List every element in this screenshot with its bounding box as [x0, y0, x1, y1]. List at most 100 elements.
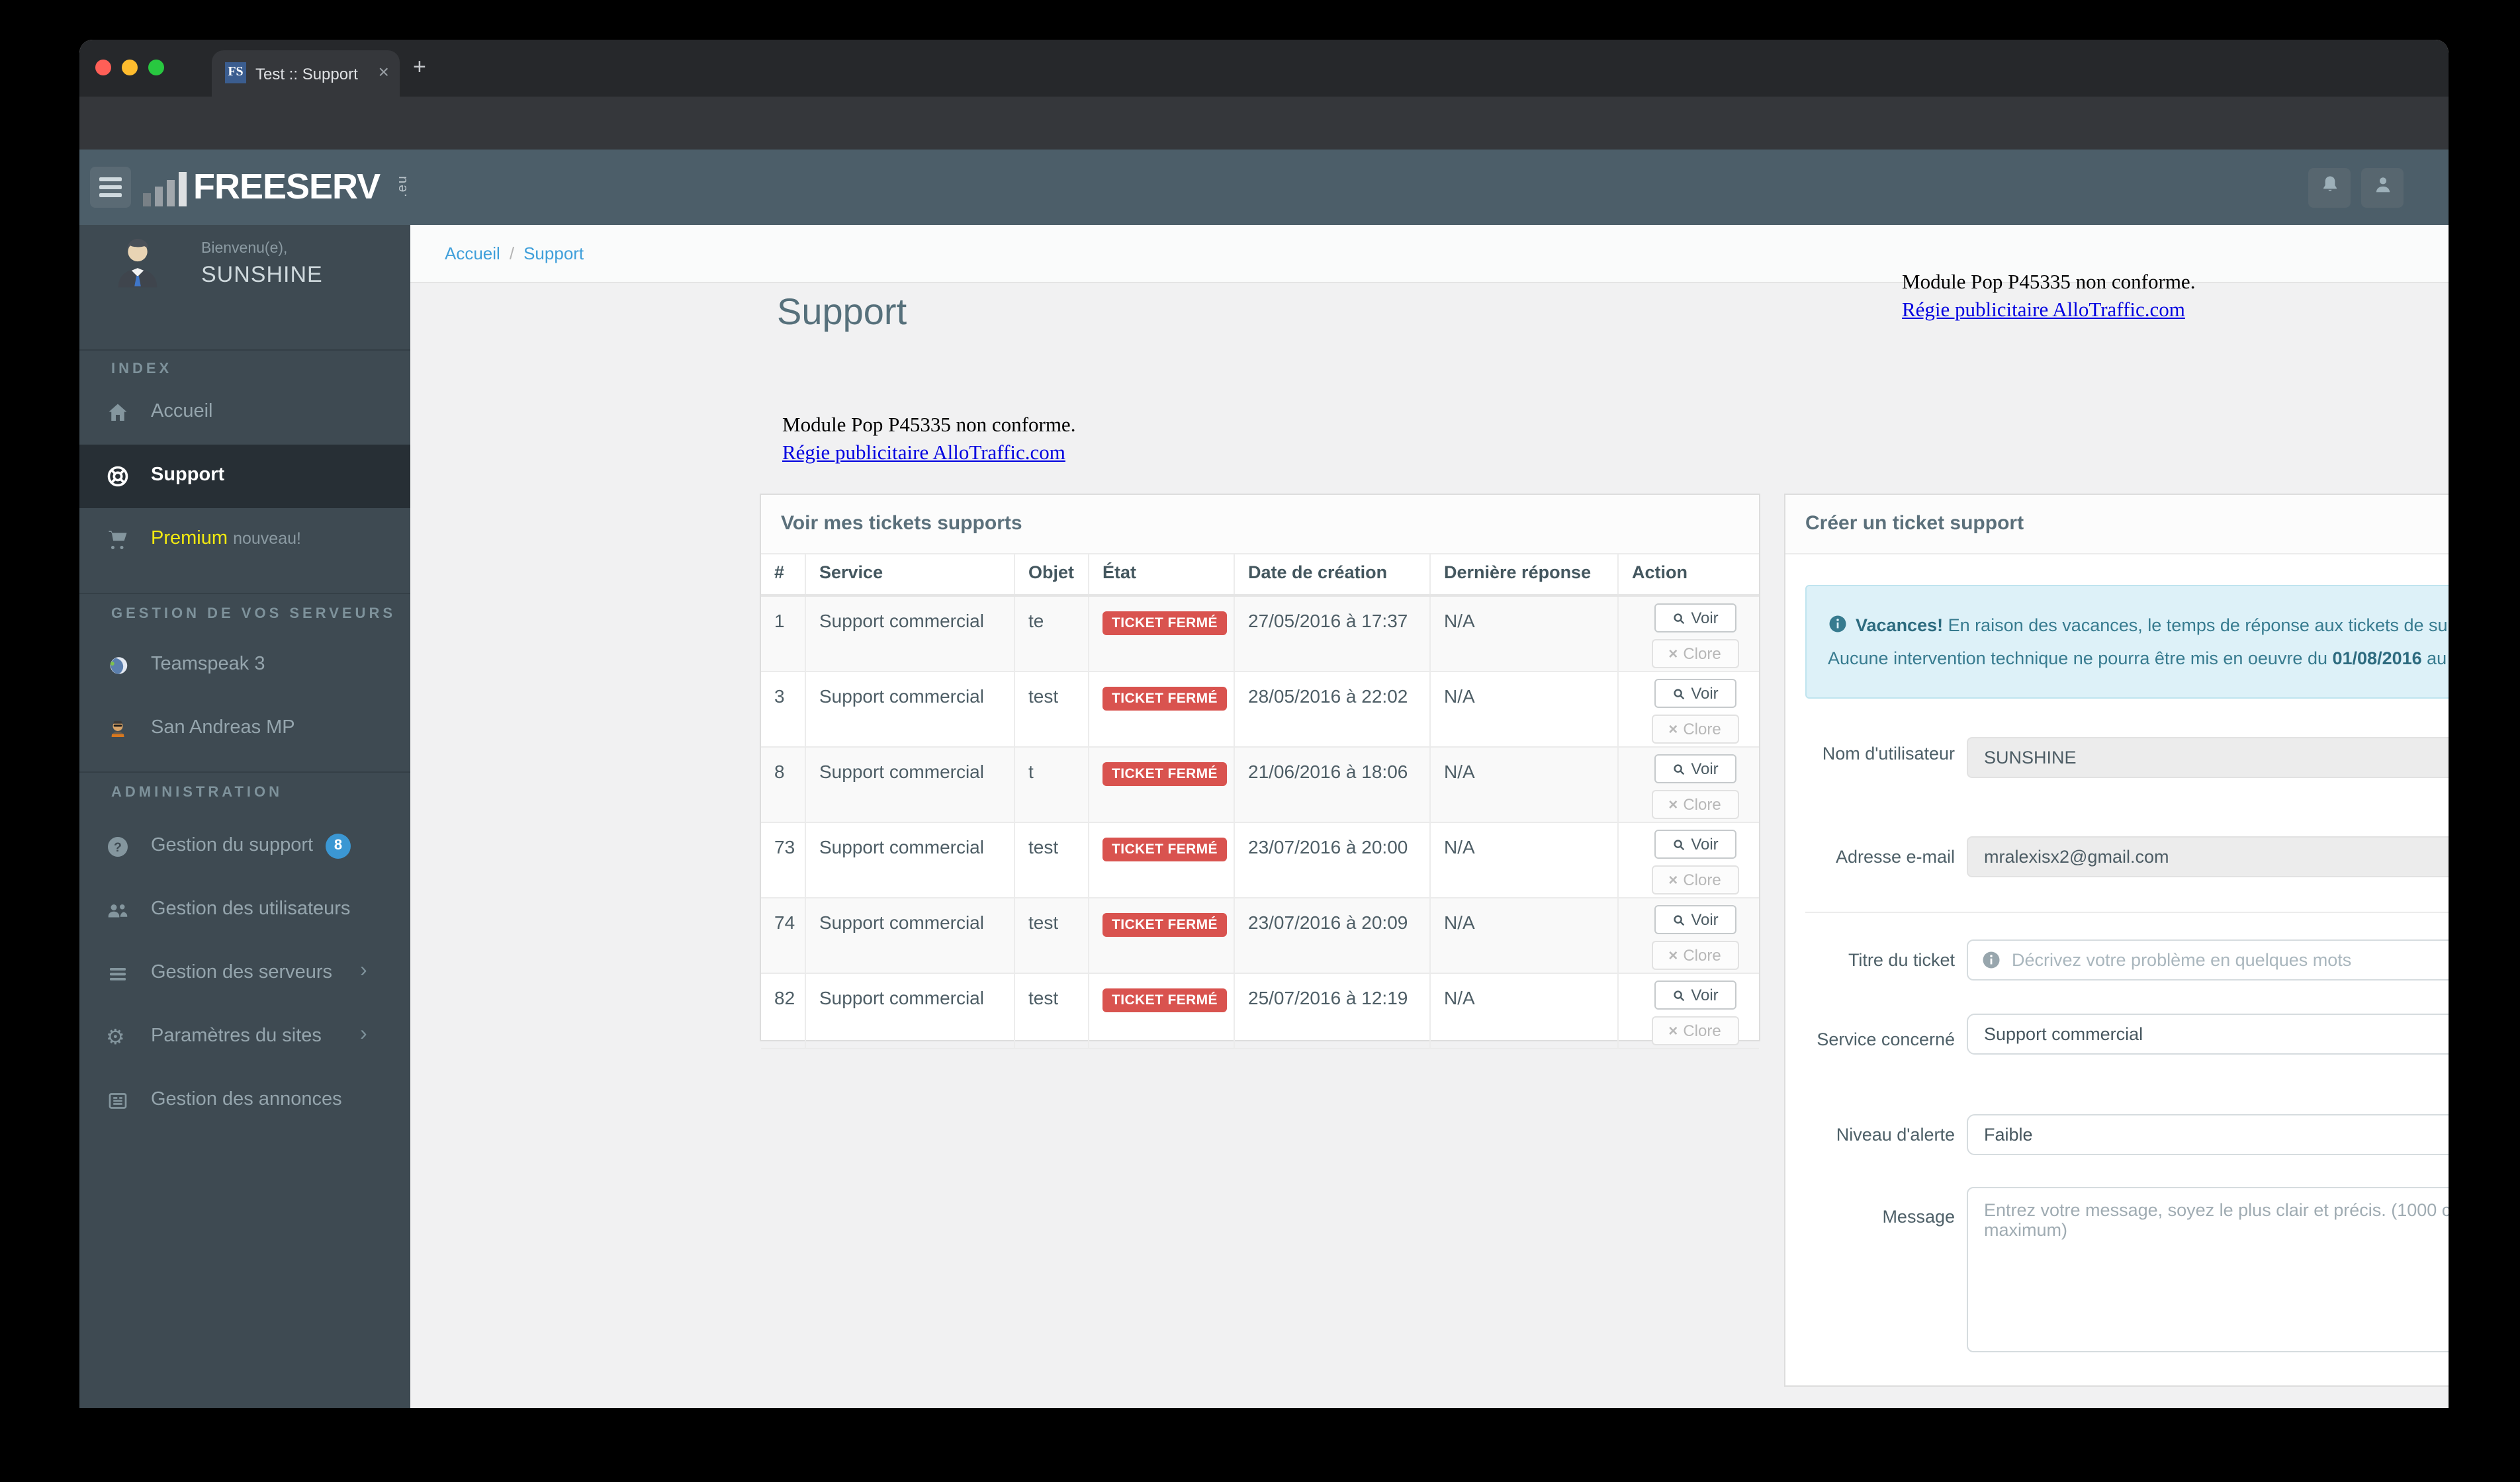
cell-service: Support commercial — [806, 672, 1015, 746]
close-window-button[interactable] — [95, 60, 111, 75]
zoom-window-button[interactable] — [148, 60, 164, 75]
status-badge: TICKET FERMÉ — [1102, 762, 1227, 786]
sidebar-item-label: Gestion des serveurs — [151, 962, 333, 983]
sidebar-item-label: Gestion du support — [151, 835, 314, 856]
table-row: 3 Support commercial test TICKET FERMÉ 2… — [761, 672, 1759, 748]
table-row: 74 Support commercial test TICKET FERMÉ … — [761, 898, 1759, 974]
status-badge: TICKET FERMÉ — [1102, 988, 1227, 1012]
sidebar-divider — [79, 349, 410, 351]
service-select[interactable]: Support commercial — [1967, 1014, 2449, 1055]
create-panel-title: Créer un ticket support — [1805, 512, 2024, 535]
sidebar-item-label: Gestion des utilisateurs — [151, 898, 351, 920]
sidebar: Bienvenu(e), SUNSHINE INDEX Accueil Supp… — [79, 225, 410, 1408]
clore-button[interactable]: × Clore — [1651, 790, 1738, 819]
support-count-badge: 8 — [326, 834, 351, 859]
favicon: FS — [225, 62, 246, 83]
welcome-label: Bienvenu(e), — [201, 241, 288, 257]
cell-action: Voir × Clore — [1619, 672, 1758, 746]
browser-tab[interactable]: FS Test :: Support × — [212, 50, 400, 97]
cell-objet: test — [1015, 672, 1089, 746]
cell-id: 73 — [761, 823, 806, 897]
sidebar-item-gestion-utilisateurs[interactable]: Gestion des utilisateurs — [79, 879, 410, 942]
cell-date: 25/07/2016 à 12:19 — [1235, 974, 1431, 1048]
voir-button[interactable]: Voir — [1654, 981, 1736, 1010]
account-button[interactable] — [2361, 168, 2404, 208]
app-navbar: FREESERV .eu — [79, 150, 2449, 225]
info-circle-icon — [1981, 950, 2001, 970]
clore-button[interactable]: × Clore — [1651, 1016, 1738, 1045]
sidebar-item-label: Teamspeak 3 — [151, 654, 265, 675]
section-header-index: INDEX — [111, 361, 173, 377]
cell-action: Voir × Clore — [1619, 898, 1758, 973]
sidebar-item-samp[interactable]: San Andreas MP — [79, 697, 410, 761]
brand-logo[interactable]: FREESERV — [193, 167, 381, 208]
ad-link[interactable]: Régie publicitaire AlloTraffic.com — [1902, 296, 2195, 324]
voir-button[interactable]: Voir — [1654, 830, 1736, 859]
clore-button[interactable]: × Clore — [1651, 715, 1738, 744]
sidebar-item-label: Paramètres du sites — [151, 1025, 322, 1047]
cell-reponse: N/A — [1431, 597, 1619, 671]
message-textarea[interactable] — [1967, 1187, 2449, 1352]
sidebar-item-teamspeak[interactable]: Teamspeak 3 — [79, 634, 410, 697]
sidebar-item-annonces[interactable]: Gestion des annonces — [79, 1069, 410, 1133]
titre-input[interactable]: Décrivez votre problème en quelques mots — [1967, 939, 2449, 981]
clore-button[interactable]: × Clore — [1651, 865, 1738, 894]
x-icon: × — [1668, 644, 1678, 663]
breadcrumb-separator: / — [509, 243, 515, 263]
sidebar-item-label: Accueil — [151, 401, 213, 422]
col-id: # — [761, 553, 806, 594]
sidebar-item-gestion-support[interactable]: ? Gestion du support 8 — [79, 815, 410, 879]
voir-button[interactable]: Voir — [1654, 905, 1736, 934]
voir-button[interactable]: Voir — [1654, 679, 1736, 708]
ad-link[interactable]: Régie publicitaire AlloTraffic.com — [782, 439, 1075, 467]
email-input — [1967, 836, 2449, 877]
sidebar-item-accueil[interactable]: Accueil — [79, 381, 410, 445]
message-label: Message — [1882, 1207, 1955, 1227]
form-divider — [1805, 912, 2449, 913]
sidebar-item-gestion-serveurs[interactable]: Gestion des serveurs › — [79, 942, 410, 1006]
cell-objet: t — [1015, 748, 1089, 822]
cell-date: 28/05/2016 à 22:02 — [1235, 672, 1431, 746]
cell-etat: TICKET FERMÉ — [1089, 823, 1235, 897]
sidebar-item-label: Support — [151, 464, 225, 486]
breadcrumb-current-link[interactable]: Support — [523, 243, 584, 263]
clore-button[interactable]: × Clore — [1651, 639, 1738, 668]
table-body: 1 Support commercial te TICKET FERMÉ 27/… — [761, 597, 1759, 1049]
user-icon — [2371, 173, 2394, 202]
minimize-window-button[interactable] — [122, 60, 138, 75]
col-action: Action — [1632, 562, 1688, 582]
sidebar-item-premium[interactable]: Premium nouveau! — [79, 508, 410, 572]
users-icon — [106, 898, 130, 922]
tickets-panel: Voir mes tickets supports # Service Obje… — [760, 494, 1760, 1049]
titre-placeholder: Décrivez votre problème en quelques mots — [2012, 950, 2352, 970]
ad-text: Module Pop P45335 non conforme. — [782, 414, 1076, 437]
cell-service: Support commercial — [806, 748, 1015, 822]
voir-button[interactable]: Voir — [1654, 754, 1736, 783]
breadcrumb: Accueil / Support — [445, 243, 584, 263]
col-objet: Objet — [1015, 553, 1089, 594]
col-etat: État — [1089, 553, 1235, 594]
cell-action: Voir × Clore — [1619, 748, 1758, 822]
notifications-button[interactable] — [2308, 168, 2351, 208]
status-badge: TICKET FERMÉ — [1102, 838, 1227, 861]
voir-button[interactable]: Voir — [1654, 603, 1736, 632]
x-icon: × — [1668, 946, 1678, 965]
tab-close-icon[interactable]: × — [379, 61, 389, 82]
cell-objet: te — [1015, 597, 1089, 671]
niveau-select[interactable]: Faible — [1967, 1114, 2449, 1155]
sidebar-item-parametres[interactable]: ⚙ Paramètres du sites › — [79, 1006, 410, 1069]
service-selected-value: Support commercial — [1984, 1024, 2143, 1044]
breadcrumb-home-link[interactable]: Accueil — [445, 243, 500, 263]
sidebar-toggle-button[interactable] — [90, 167, 131, 208]
new-tab-button[interactable]: + — [413, 54, 426, 81]
cell-date: 21/06/2016 à 18:06 — [1235, 748, 1431, 822]
clore-button[interactable]: × Clore — [1651, 941, 1738, 970]
tab-strip: FS Test :: Support × + — [79, 40, 2449, 97]
table-row: 1 Support commercial te TICKET FERMÉ 27/… — [761, 597, 1759, 672]
tickets-panel-header: Voir mes tickets supports — [761, 495, 1759, 554]
sidebar-item-support[interactable]: Support — [79, 445, 410, 508]
email-label: Adresse e-mail — [1835, 847, 1955, 867]
table-row: 82 Support commercial test TICKET FERMÉ … — [761, 974, 1759, 1049]
create-ticket-panel: Créer un ticket support Vacances! En rai… — [1784, 494, 2449, 1387]
page-title: Support — [777, 291, 907, 332]
